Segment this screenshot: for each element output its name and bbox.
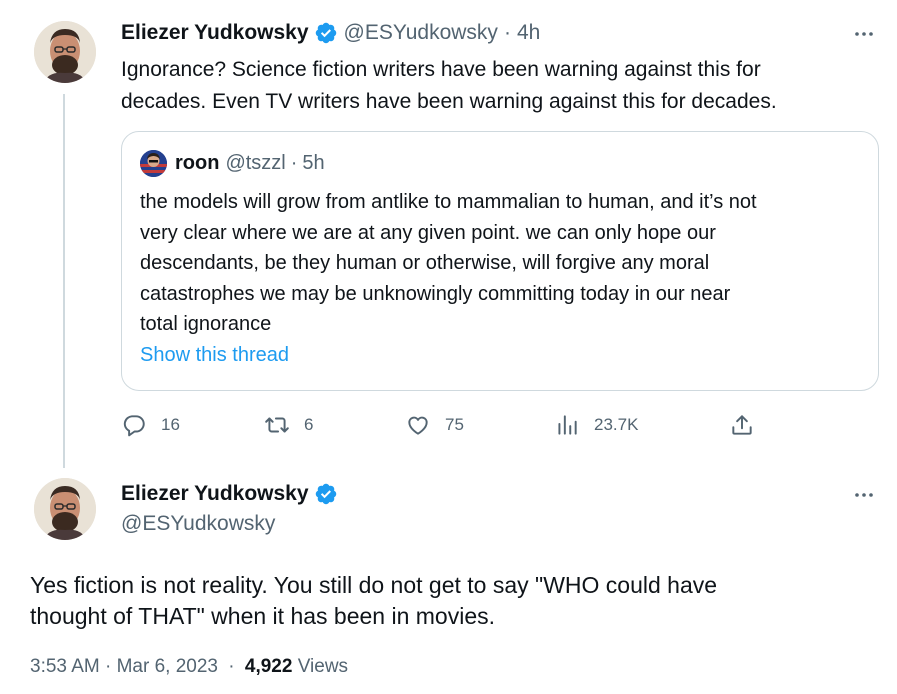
main-tweet-handle-row: @ESYudkowsky <box>121 512 275 536</box>
share-button[interactable] <box>729 412 755 438</box>
author-avatar-image <box>34 478 96 540</box>
quoted-tweet-text: the models will grow from antlike to mam… <box>140 187 865 340</box>
tweet-text-line: decades. Even TV writers have been warni… <box>121 90 777 113</box>
tweet-meta: 3:53 AM · Mar 6, 2023 · 4,922 Views <box>30 656 348 678</box>
tweet-time[interactable]: 4h <box>517 21 540 45</box>
quoted-text-line: very clear where we are at any given poi… <box>140 221 716 244</box>
author-handle[interactable]: @ESYudkowsky <box>344 21 498 45</box>
author-name[interactable]: Eliezer Yudkowsky <box>121 482 309 506</box>
separator: · <box>503 21 511 44</box>
like-button[interactable]: 75 <box>405 412 464 438</box>
verified-badge-icon[interactable] <box>314 21 338 45</box>
parent-tweet-text: Ignorance? Science fiction writers have … <box>121 54 861 118</box>
parent-tweet-header: Eliezer Yudkowsky @ESYudkowsky · 4h <box>121 21 540 45</box>
quoted-tweet-card[interactable]: roon @tszzl · 5h the models will grow fr… <box>121 131 879 391</box>
quoted-text-line: the models will grow from antlike to mam… <box>140 191 757 213</box>
quoted-text-line: descendants, be they human or otherwise,… <box>140 252 710 274</box>
views-count: 23.7K <box>594 415 639 434</box>
main-tweet-author-row: Eliezer Yudkowsky <box>121 482 338 506</box>
reply-count: 16 <box>161 415 180 434</box>
quoted-author-handle: @tszzl <box>225 152 286 174</box>
author-avatar[interactable] <box>34 21 96 83</box>
like-icon <box>408 416 428 435</box>
author-avatar[interactable] <box>34 478 96 540</box>
quoted-text-line: total ignorance <box>140 313 272 335</box>
tweet-text-line: thought of THAT" when it has been in mov… <box>30 603 496 629</box>
author-avatar-image <box>34 21 96 83</box>
more-options-button[interactable] <box>850 481 878 509</box>
quoted-author-name: roon <box>175 152 220 174</box>
verified-badge-icon[interactable] <box>314 482 338 506</box>
quoted-author-avatar-image <box>140 150 167 177</box>
views-button[interactable]: 23.7K <box>554 412 638 438</box>
like-count: 75 <box>445 415 464 434</box>
views-label: Views <box>297 656 349 677</box>
more-icon <box>855 493 873 497</box>
tweet-timestamp[interactable]: 3:53 AM · Mar 6, 2023 <box>30 656 218 677</box>
tweet-text-line: Ignorance? Science fiction writers have … <box>121 58 761 81</box>
views-count: 4,922 <box>244 656 293 677</box>
more-options-button[interactable] <box>850 20 878 48</box>
tweet-action-bar: 16 6 75 23.7K <box>121 410 771 442</box>
more-icon <box>855 32 873 36</box>
author-name[interactable]: Eliezer Yudkowsky <box>121 21 309 45</box>
retweet-count: 6 <box>304 415 314 434</box>
quoted-tweet-header: roon @tszzl · 5h <box>140 150 325 177</box>
author-handle[interactable]: @ESYudkowsky <box>121 512 275 536</box>
quoted-author-avatar <box>140 150 167 177</box>
show-thread-link[interactable]: Show this thread <box>140 344 289 367</box>
separator: · <box>290 152 298 174</box>
share-icon <box>732 415 752 435</box>
retweet-icon <box>265 417 289 433</box>
thread-connector-line <box>63 94 65 468</box>
views-icon <box>558 415 577 435</box>
tweet-text-line: Yes fiction is not reality. You still do… <box>30 572 718 598</box>
separator: · <box>228 656 235 677</box>
quoted-text-line: catastrophes we may be unknowingly commi… <box>140 282 731 305</box>
reply-button[interactable]: 16 <box>121 412 180 438</box>
quoted-tweet-time: 5h <box>302 152 325 174</box>
reply-icon <box>123 415 145 437</box>
retweet-button[interactable]: 6 <box>264 412 313 438</box>
main-tweet-text: Yes fiction is not reality. You still do… <box>30 570 880 632</box>
